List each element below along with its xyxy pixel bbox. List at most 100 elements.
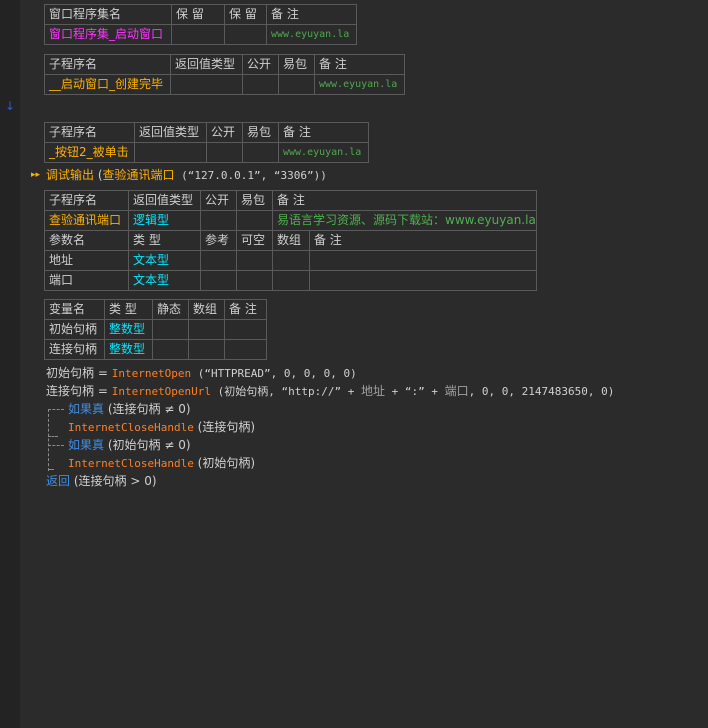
param-type-cell[interactable]: 文本型 — [128, 270, 201, 291]
header-cell: 参数名 — [44, 230, 129, 251]
header-cell: 备 注 — [308, 230, 537, 251]
param-header-row: 参数名 类 型 参考 可空 数组 备 注 — [44, 230, 537, 251]
header-cell: 数组 — [272, 230, 310, 251]
table-cell[interactable] — [278, 74, 315, 95]
code-variable: 连接句柄 — [46, 384, 95, 398]
keyword-if-true[interactable]: 如果真 — [68, 402, 104, 416]
api-function[interactable]: InternetOpenUrl — [112, 385, 211, 398]
header-cell: 公开 — [242, 54, 279, 75]
param-name-cell[interactable]: 端口 — [44, 270, 129, 291]
code-text: = — [94, 384, 112, 398]
remark-cell[interactable]: www.eyuyan.la — [278, 142, 369, 163]
code-line[interactable]: 初始句柄 = InternetOpen (“HTTPREAD”, 0, 0, 0… — [46, 364, 357, 382]
variable-type-cell[interactable]: 整数型 — [104, 319, 153, 340]
api-function[interactable]: InternetCloseHandle — [68, 421, 194, 434]
table-cell[interactable] — [236, 250, 273, 271]
assembly-table: 窗口程序集名 保 留 保 留 备 注 窗口程序集_启动窗口 www.eyuyan… — [44, 4, 357, 45]
return-type-cell[interactable]: 逻辑型 — [128, 210, 201, 231]
header-cell: 保 留 — [224, 4, 267, 25]
keyword-if-true[interactable]: 如果真 — [68, 438, 104, 452]
header-cell: 易包 — [236, 190, 273, 211]
header-cell: 参考 — [200, 230, 237, 251]
table-cell[interactable] — [134, 142, 207, 163]
table-cell[interactable] — [152, 339, 189, 360]
header-cell: 保 留 — [171, 4, 225, 25]
param-type-cell[interactable]: 文本型 — [128, 250, 201, 271]
local-variables-table: 变量名 类 型 静态 数组 备 注 初始句柄 整数型 连接句柄 整数型 — [44, 299, 267, 360]
subroutine-name-cell[interactable]: _按钮2_被单击 — [44, 142, 135, 163]
table-cell[interactable] — [236, 270, 273, 291]
table-row: 连接句柄 整数型 — [44, 339, 267, 360]
code-text: (连接句柄 ≠ 0) — [104, 402, 191, 416]
table-cell[interactable] — [171, 24, 225, 45]
param-name-cell[interactable]: 地址 — [44, 250, 129, 271]
table-cell[interactable] — [188, 319, 225, 340]
variable-type-cell[interactable]: 整数型 — [104, 339, 153, 360]
header-cell: 易包 — [242, 122, 279, 143]
table-cell[interactable] — [200, 250, 237, 271]
subroutine-table-check-port: 子程序名 返回值类型 公开 易包 备 注 查验通讯端口 逻辑型 易语言学习资源、… — [44, 190, 537, 291]
table-cell[interactable] — [206, 142, 243, 163]
subroutine-name-cell[interactable]: __启动窗口_创建完毕 — [44, 74, 171, 95]
flow-line — [48, 445, 64, 446]
assembly-name-cell[interactable]: 窗口程序集_启动窗口 — [44, 24, 172, 45]
header-cell: 返回值类型 — [170, 54, 243, 75]
header-cell: 变量名 — [44, 299, 105, 320]
header-cell: 子程序名 — [44, 54, 171, 75]
variable-name-cell[interactable]: 初始句柄 — [44, 319, 105, 340]
table-cell[interactable] — [236, 210, 273, 231]
debug-output-function[interactable]: 调试输出 — [46, 168, 94, 182]
header-cell: 数组 — [188, 299, 225, 320]
header-cell: 静态 — [152, 299, 189, 320]
flow-line — [48, 409, 49, 471]
table-cell[interactable] — [272, 270, 310, 291]
table-row: 查验通讯端口 逻辑型 易语言学习资源、源码下载站：www.eyuyan.la — [44, 210, 537, 231]
bookmark-arrow-icon[interactable]: ↓ — [5, 99, 15, 113]
code-line[interactable]: 如果真 (连接句柄 ≠ 0) — [68, 400, 191, 418]
header-cell: 类 型 — [104, 299, 153, 320]
keyword-return[interactable]: 返回 — [46, 474, 70, 488]
code-text: (初始句柄, “http://” + — [211, 385, 362, 398]
table-cell[interactable] — [200, 210, 237, 231]
table-row: 地址 文本型 — [44, 250, 537, 271]
subroutine-table-startup: 子程序名 返回值类型 公开 易包 备 注 __启动窗口_创建完毕 www.eyu… — [44, 54, 405, 95]
subroutine-name-cell[interactable]: 查验通讯端口 — [44, 210, 129, 231]
table-cell[interactable] — [170, 74, 243, 95]
table-header-row: 变量名 类 型 静态 数组 备 注 — [44, 299, 267, 320]
remark-cell[interactable]: www.eyuyan.la — [266, 24, 357, 45]
table-cell[interactable] — [224, 319, 267, 340]
api-function[interactable]: InternetCloseHandle — [68, 457, 194, 470]
header-cell: 返回值类型 — [134, 122, 207, 143]
api-function[interactable]: InternetOpen — [112, 367, 191, 380]
code-line[interactable]: 返回 (连接句柄 > 0) — [46, 472, 157, 490]
table-cell[interactable] — [224, 24, 267, 45]
call-name[interactable]: 查验通讯端口 — [103, 168, 175, 182]
remark-cell[interactable]: 易语言学习资源、源码下载站：www.eyuyan.la — [272, 210, 537, 231]
table-cell[interactable] — [272, 250, 310, 271]
table-cell[interactable] — [242, 74, 279, 95]
table-cell[interactable] — [152, 319, 189, 340]
table-cell[interactable] — [308, 250, 537, 271]
table-cell[interactable] — [188, 339, 225, 360]
code-line[interactable]: InternetCloseHandle (初始句柄) — [68, 454, 255, 472]
code-line[interactable]: 连接句柄 = InternetOpenUrl (初始句柄, “http://” … — [46, 382, 614, 400]
header-cell: 公开 — [206, 122, 243, 143]
remark-cell[interactable]: www.eyuyan.la — [314, 74, 405, 95]
debug-output-line[interactable]: 调试输出 (查验通讯端口 (“127.0.0.1”, “3306”)) — [46, 166, 327, 184]
code-line[interactable]: 如果真 (初始句柄 ≠ 0) — [68, 436, 191, 454]
table-row: 窗口程序集_启动窗口 www.eyuyan.la — [44, 24, 357, 45]
code-line[interactable]: InternetCloseHandle (连接句柄) — [68, 418, 255, 436]
code-text: = — [94, 366, 112, 380]
table-cell[interactable] — [200, 270, 237, 291]
param-reference: 端口 — [444, 384, 469, 398]
header-cell: 备 注 — [314, 54, 405, 75]
param-reference: 地址 — [361, 384, 386, 398]
header-cell: 易包 — [278, 54, 315, 75]
table-cell[interactable] — [224, 339, 267, 360]
table-row: _按钮2_被单击 www.eyuyan.la — [44, 142, 369, 163]
table-cell[interactable] — [308, 270, 537, 291]
variable-name-cell[interactable]: 连接句柄 — [44, 339, 105, 360]
header-cell: 返回值类型 — [128, 190, 201, 211]
header-cell: 窗口程序集名 — [44, 4, 172, 25]
table-cell[interactable] — [242, 142, 279, 163]
